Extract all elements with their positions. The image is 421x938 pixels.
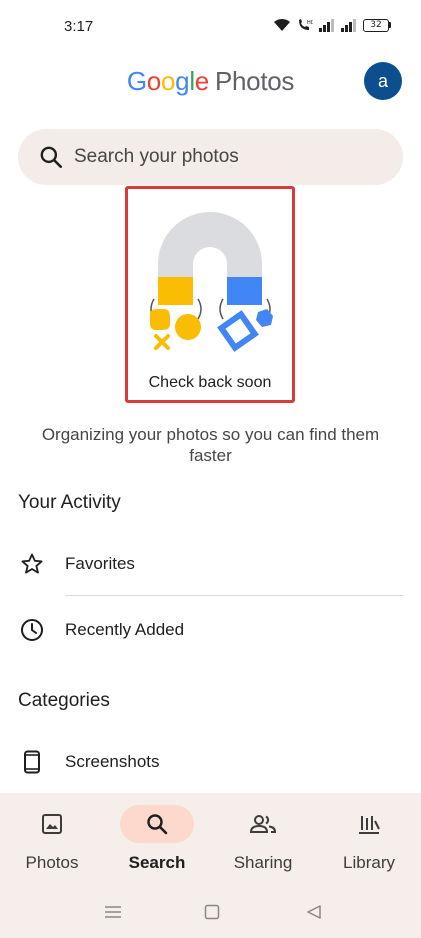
your-activity-heading: Your Activity [18, 492, 121, 513]
bottom-navigation: Photos Search Sharing Library [0, 793, 421, 938]
search-input[interactable] [74, 146, 374, 168]
menu-icon[interactable] [104, 904, 122, 920]
nav-search[interactable]: Search [107, 805, 207, 873]
list-item-label: Recently Added [65, 620, 185, 639]
call-icon: HD [299, 19, 313, 30]
back-icon[interactable] [306, 904, 322, 920]
battery-icon: 32 [363, 18, 391, 32]
photo-icon [42, 814, 62, 834]
clock-icon [21, 619, 43, 641]
svg-text:HD: HD [307, 20, 313, 26]
list-item-recently-added[interactable]: Recently Added [0, 602, 421, 658]
nav-label: Library [343, 853, 395, 872]
list-item-label: Screenshots [65, 752, 160, 771]
nav-library[interactable]: Library [319, 805, 419, 873]
app-header: Google Photos a [0, 58, 421, 108]
library-icon [359, 816, 380, 834]
status-time: 3:17 [64, 18, 94, 35]
nav-label: Photos [25, 853, 79, 872]
signal-1-icon [319, 19, 334, 32]
google-photos-logo: Google Photos [126, 66, 295, 96]
status-icons: HD 32 [273, 18, 391, 32]
organizing-message: Organizing your photos so you can find t… [41, 425, 380, 465]
nav-pill [332, 805, 406, 843]
divider [65, 595, 403, 596]
battery-level: 32 [363, 18, 389, 32]
search-bar[interactable] [18, 129, 403, 185]
list-item-screenshots[interactable]: Screenshots [0, 734, 421, 790]
nav-label: Search [128, 853, 186, 872]
star-icon [21, 553, 43, 574]
phone-icon [24, 750, 40, 774]
list-item-favorites[interactable]: Favorites [0, 536, 421, 592]
nav-pill [226, 805, 300, 843]
signal-2-icon [341, 19, 356, 32]
nav-label: Sharing [233, 853, 293, 872]
system-navigation [0, 900, 421, 928]
people-icon [249, 815, 277, 833]
list-item-label: Favorites [65, 554, 135, 573]
home-icon[interactable] [204, 904, 220, 920]
check-back-caption: Check back soon [148, 374, 272, 391]
magnet-illustration [150, 212, 273, 352]
categories-heading: Categories [18, 690, 110, 711]
nav-pill [15, 805, 89, 843]
nav-pill-active [120, 805, 194, 843]
search-icon [147, 814, 168, 835]
wifi-icon [274, 18, 290, 31]
nav-photos[interactable]: Photos [2, 805, 102, 873]
check-back-card: Check back soon [125, 186, 295, 403]
nav-sharing[interactable]: Sharing [213, 805, 313, 873]
status-bar: 3:17 HD 32 [0, 0, 421, 54]
search-icon [40, 146, 63, 169]
account-avatar[interactable]: a [364, 62, 402, 100]
